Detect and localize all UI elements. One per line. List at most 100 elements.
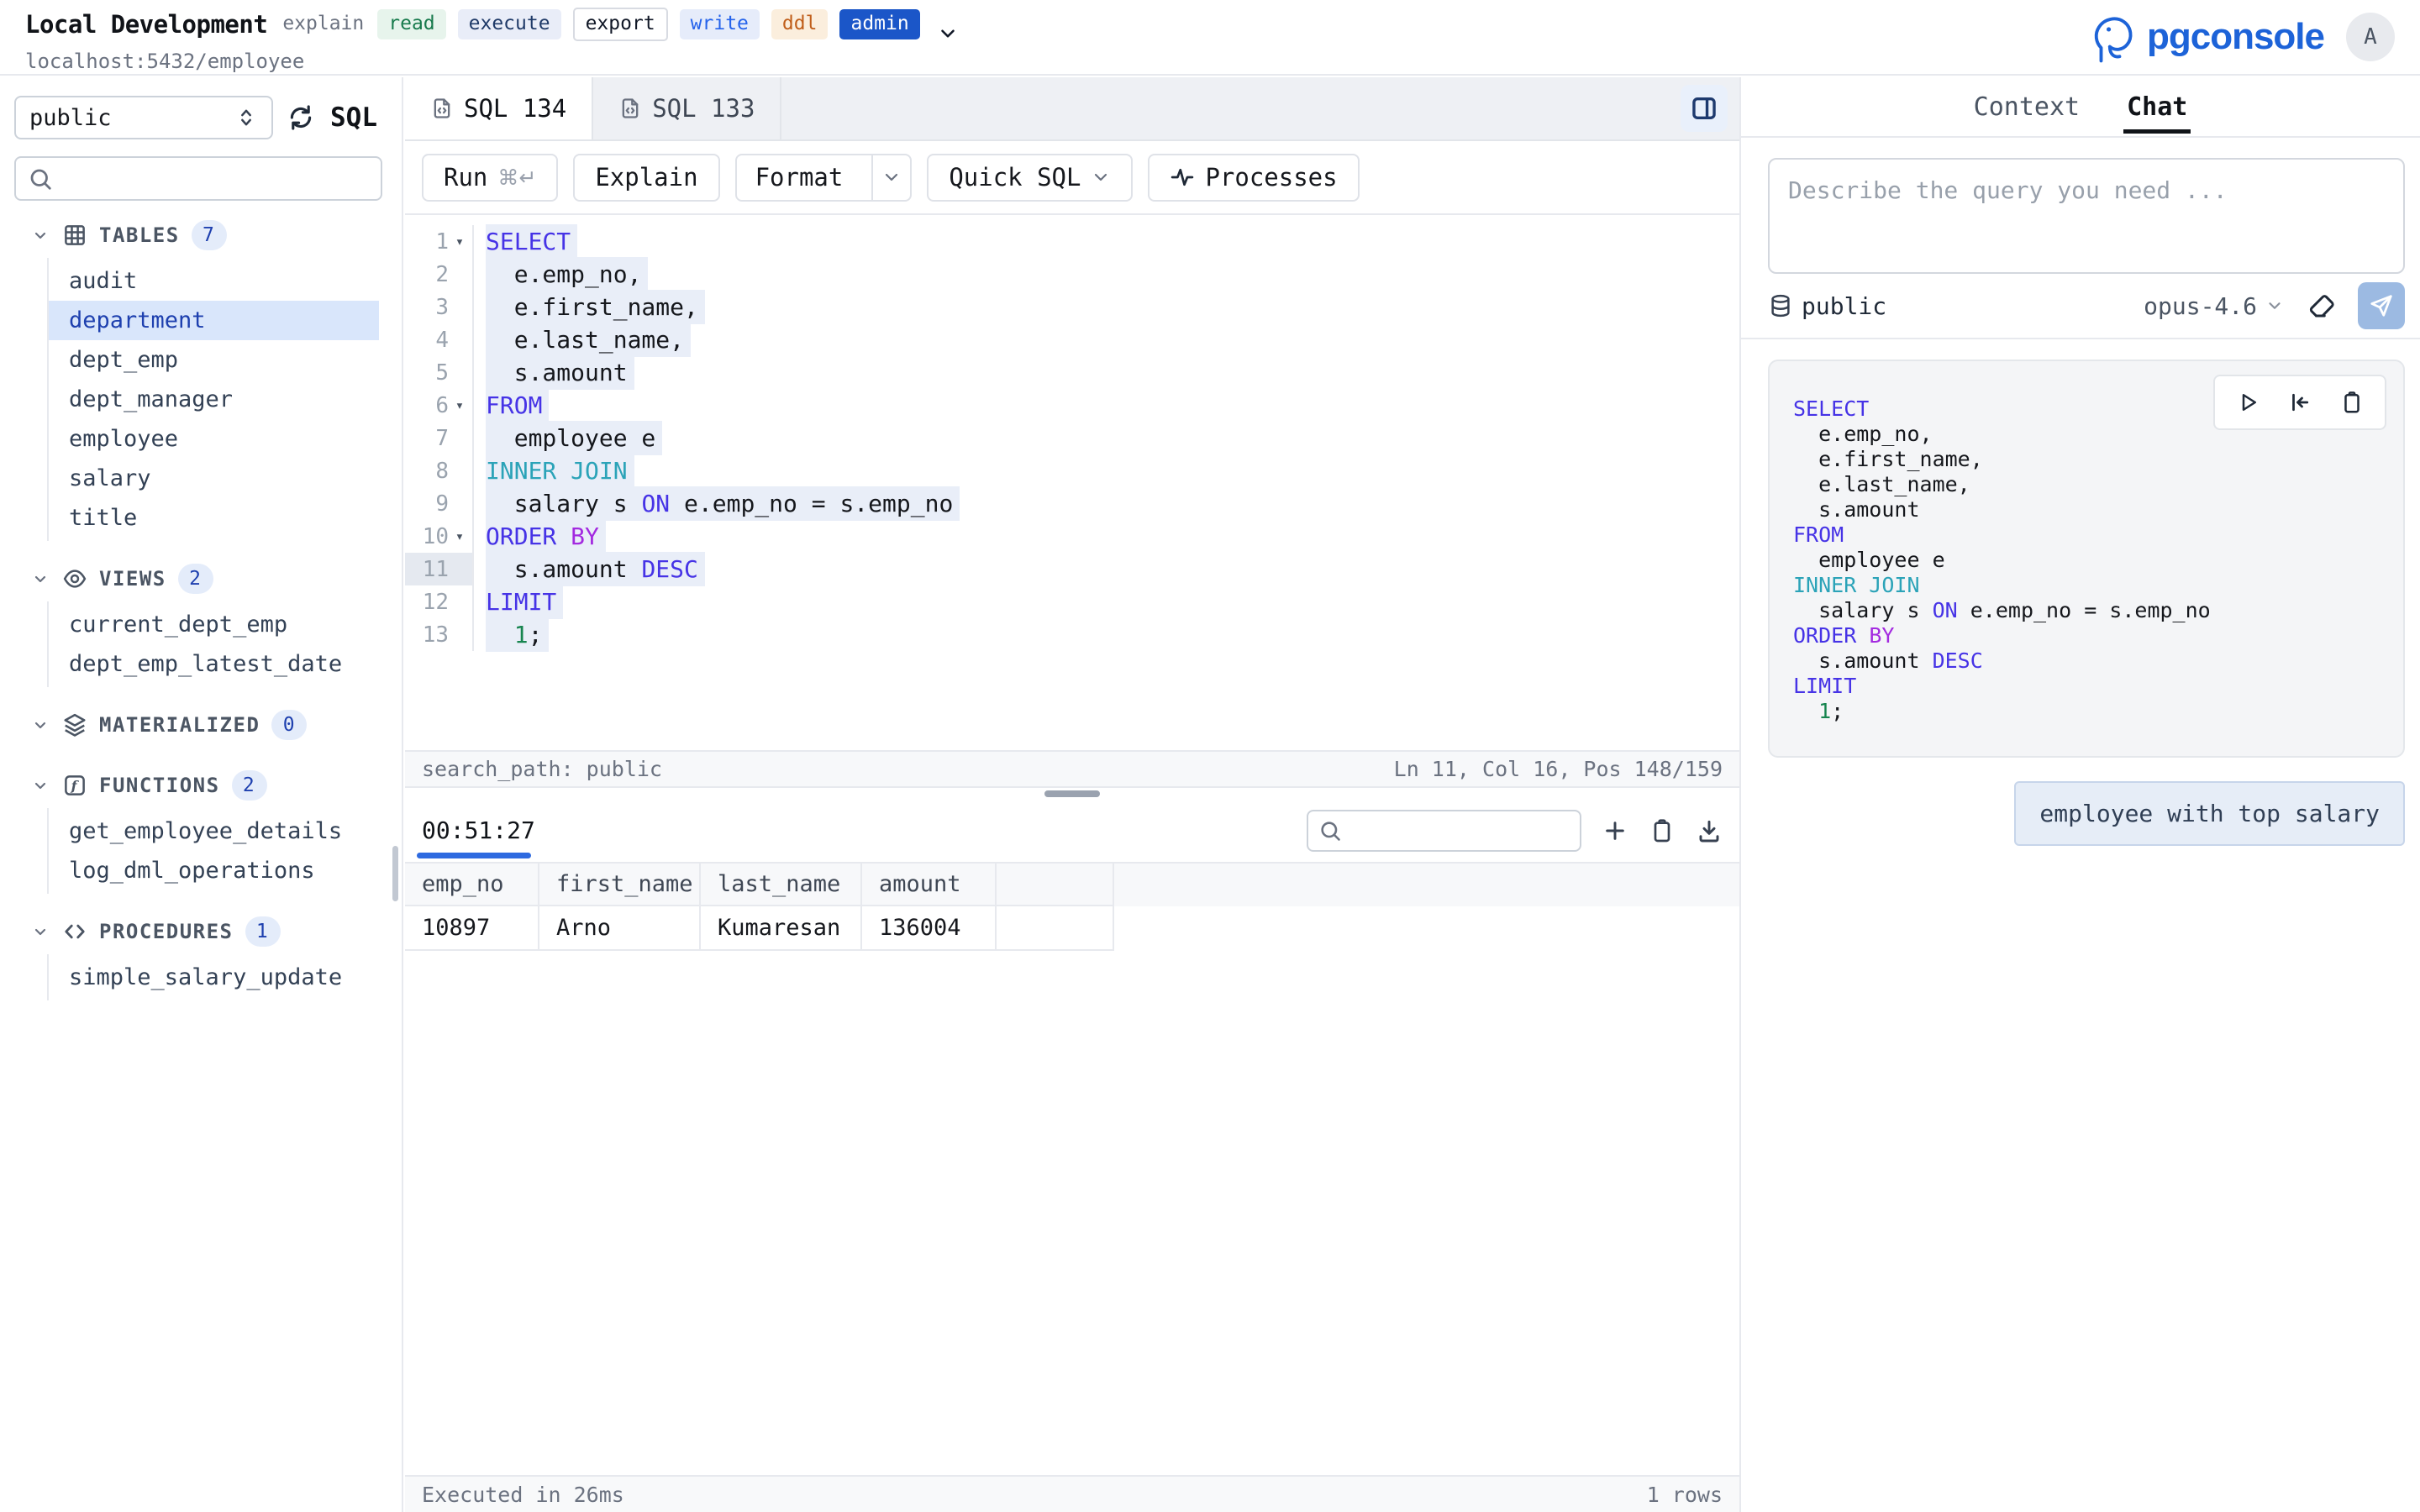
editor-line-10[interactable]: 10▾ORDER BY (405, 520, 1739, 553)
sidebar-item-employee[interactable]: employee (49, 419, 379, 459)
assistant-code-line: ORDER BY (1793, 623, 2380, 648)
tab-chat[interactable]: Chat (2127, 77, 2187, 136)
editor-line-2[interactable]: 2 e.emp_no, (405, 258, 1739, 291)
editor-statusbar: search_path: public Ln 11, Col 16, Pos 1… (405, 750, 1739, 788)
sidebar-search[interactable] (14, 156, 382, 201)
fold-icon[interactable]: ▾ (449, 528, 471, 545)
column-header-last_name[interactable]: last_name (701, 864, 862, 906)
schema-context-chip[interactable]: public (1768, 292, 1886, 320)
table-row[interactable]: 10897ArnoKumaresan136004 (405, 906, 1739, 951)
processes-label: Processes (1205, 163, 1337, 192)
format-button[interactable]: Format (735, 154, 913, 202)
clear-chat-icon[interactable] (2307, 291, 2338, 321)
prompt-textarea[interactable] (1788, 176, 2385, 255)
editor-line-5[interactable]: 5 s.amount (405, 356, 1739, 389)
section-header-materialized[interactable]: MATERIALIZED0 (0, 704, 402, 746)
copy-results-icon[interactable] (1649, 817, 1676, 844)
tab-sql-133[interactable]: SQL 133 (593, 77, 781, 139)
add-result-tab-icon[interactable] (1602, 817, 1628, 844)
permission-badge-explain[interactable]: explain (281, 9, 366, 39)
permission-badge-execute[interactable]: execute (458, 9, 561, 39)
editor-line-8[interactable]: 8INNER JOIN (405, 454, 1739, 487)
tab-label: SQL 133 (652, 94, 755, 123)
sidebar-item-department[interactable]: department (49, 301, 379, 340)
editor-line-7[interactable]: 7 employee e (405, 422, 1739, 454)
insert-to-editor-icon[interactable] (2287, 390, 2312, 415)
avatar[interactable]: A (2346, 13, 2395, 61)
run-button[interactable]: Run ⌘↵ (422, 154, 558, 202)
model-selector[interactable]: opus-4.6 (2144, 292, 2284, 320)
section-header-views[interactable]: VIEWS2 (0, 558, 402, 600)
results-search-input[interactable] (1349, 818, 1616, 843)
editor-line-12[interactable]: 12LIMIT (405, 585, 1739, 618)
permission-badge-admin[interactable]: admin (839, 9, 919, 39)
chevron-down-icon[interactable] (871, 155, 910, 200)
send-button[interactable] (2358, 282, 2405, 329)
editor-line-3[interactable]: 3 e.first_name, (405, 291, 1739, 323)
column-header-emp_no[interactable]: emp_no (405, 864, 539, 906)
results-footer: Executed in 26ms 1 rows (405, 1475, 1739, 1512)
editor-line-6[interactable]: 6▾FROM (405, 389, 1739, 422)
sidebar-search-input[interactable] (61, 166, 369, 192)
editor-line-13[interactable]: 13 1; (405, 618, 1739, 651)
chevron-down-icon (30, 775, 50, 795)
sidebar-item-get_employee_details[interactable]: get_employee_details (49, 811, 379, 851)
run-snippet-icon[interactable] (2235, 390, 2260, 415)
section-label: PROCEDURES (99, 920, 234, 943)
prompt-input-box[interactable] (1768, 158, 2405, 274)
result-tab-timer[interactable]: 00:51:27 (422, 800, 535, 862)
editor-line-1[interactable]: 1▾SELECT (405, 225, 1739, 258)
permission-badge-read[interactable]: read (377, 9, 445, 39)
code-icon (62, 919, 87, 944)
section-count-badge: 2 (232, 770, 267, 801)
download-results-icon[interactable] (1696, 817, 1723, 844)
fold-icon[interactable]: ▾ (449, 397, 471, 414)
copy-snippet-icon[interactable] (2339, 390, 2365, 415)
column-header-empty[interactable] (997, 864, 1114, 906)
run-shortcut: ⌘↵ (497, 165, 536, 190)
sidebar-item-dept_emp_latest_date[interactable]: dept_emp_latest_date (49, 644, 379, 684)
section-header-procedures[interactable]: PROCEDURES1 (0, 911, 402, 953)
sidebar-item-title[interactable]: title (49, 498, 379, 538)
column-header-amount[interactable]: amount (862, 864, 997, 906)
resize-handle[interactable] (1044, 790, 1100, 797)
quick-sql-button[interactable]: Quick SQL (927, 154, 1133, 202)
tab-sql-134[interactable]: SQL 134 (405, 77, 593, 139)
assistant-code-line: LIMIT (1793, 674, 2380, 699)
permission-badge-write[interactable]: write (680, 9, 760, 39)
refresh-icon[interactable] (287, 103, 315, 132)
sql-mode-label[interactable]: SQL (330, 102, 377, 133)
sidebar-item-dept_emp[interactable]: dept_emp (49, 340, 379, 380)
tab-context[interactable]: Context (1974, 77, 2080, 136)
editor-line-4[interactable]: 4 e.last_name, (405, 323, 1739, 356)
editor-line-11[interactable]: 11 s.amount DESC (405, 553, 1739, 585)
permission-badge-ddl[interactable]: ddl (771, 9, 829, 39)
editor-line-9[interactable]: 9 salary s ON e.emp_no = s.emp_no (405, 487, 1739, 520)
permission-badge-export[interactable]: export (573, 8, 668, 40)
fold-icon[interactable]: ▾ (449, 234, 471, 250)
assistant-sql-code: SELECT e.emp_no, e.first_name, e.last_na… (1793, 396, 2380, 724)
permission-badges: explain read execute export write ddl admin (281, 8, 919, 40)
sidebar-item-audit[interactable]: audit (49, 261, 379, 301)
chevron-down-icon (30, 569, 50, 589)
results-search[interactable] (1307, 810, 1581, 852)
chevron-down-icon (30, 921, 50, 942)
schema-select[interactable]: public (14, 96, 273, 139)
column-header-first_name[interactable]: first_name (539, 864, 701, 906)
chevron-down-icon[interactable] (937, 23, 959, 45)
sidebar-item-simple_salary_update[interactable]: simple_salary_update (49, 958, 379, 997)
run-label: Run (444, 163, 487, 192)
sidebar-item-current_dept_emp[interactable]: current_dept_emp (49, 605, 379, 644)
split-panel-button[interactable] (1681, 85, 1728, 132)
explain-button[interactable]: Explain (573, 154, 719, 202)
search-icon (28, 166, 53, 192)
sidebar-item-dept_manager[interactable]: dept_manager (49, 380, 379, 419)
section-label: MATERIALIZED (99, 713, 260, 737)
processes-button[interactable]: Processes (1148, 154, 1359, 202)
sidebar-scrollbar[interactable] (392, 846, 398, 901)
section-header-functions[interactable]: fFUNCTIONS2 (0, 764, 402, 806)
sidebar-item-log_dml_operations[interactable]: log_dml_operations (49, 851, 379, 890)
section-header-tables[interactable]: TABLES7 (0, 214, 402, 256)
sidebar-item-salary[interactable]: salary (49, 459, 379, 498)
sql-editor[interactable]: 1▾SELECT2 e.emp_no,3 e.first_name,4 e.la… (405, 215, 1739, 750)
